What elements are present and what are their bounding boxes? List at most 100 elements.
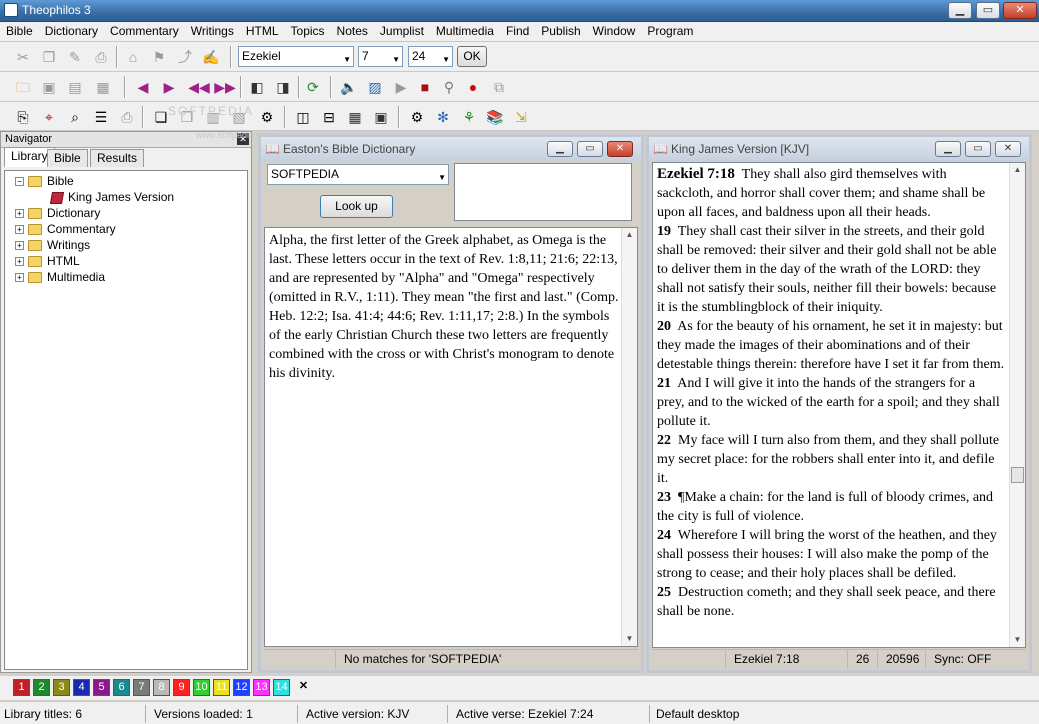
color-tab-11[interactable]: 11 <box>213 679 230 696</box>
scroll-down-icon[interactable]: ▼ <box>1010 633 1025 647</box>
scroll-up-icon[interactable]: ▲ <box>1010 163 1025 177</box>
microphone-icon[interactable]: ⚲ <box>438 76 460 98</box>
cascade-icon[interactable]: ▦ <box>344 106 366 128</box>
menu-window[interactable]: Window <box>587 22 642 40</box>
fast-forward-icon[interactable]: ▶▶ <box>214 76 236 98</box>
record-icon[interactable]: ● <box>462 76 484 98</box>
rewind-icon[interactable]: ◀◀ <box>188 76 210 98</box>
menu-multimedia[interactable]: Multimedia <box>430 22 500 40</box>
speaker-icon[interactable]: 🔈 <box>338 76 360 98</box>
dictionary-minimize-button[interactable]: ▁ <box>547 141 573 157</box>
save-icon[interactable]: ▣ <box>38 76 60 98</box>
copy-verse-icon[interactable]: ⎘ <box>12 106 34 128</box>
tab-results[interactable]: Results <box>90 149 145 167</box>
chapter-select[interactable]: 7 ▼ <box>358 46 403 67</box>
dictionary-scrollbar[interactable]: ▲ ▼ <box>621 228 637 646</box>
scroll-up-icon[interactable]: ▲ <box>622 228 637 242</box>
menu-program[interactable]: Program <box>641 22 699 40</box>
tree-icon[interactable]: ⚘ <box>458 106 480 128</box>
bible-scrollbar[interactable]: ▲ ▼ <box>1009 163 1025 647</box>
scroll-thumb[interactable] <box>1011 467 1024 483</box>
attachment-icon[interactable]: ⧉ <box>488 76 510 98</box>
menu-notes[interactable]: Notes <box>331 22 374 40</box>
color-tab-8[interactable]: 8 <box>153 679 170 696</box>
bookmark-icon[interactable]: ⚑ <box>148 46 170 68</box>
tab-bible[interactable]: Bible <box>47 149 88 167</box>
bible-text-pane[interactable]: Ezekiel 7:18 They shall also gird themse… <box>652 162 1026 648</box>
save-all-icon[interactable]: ▤ <box>64 76 86 98</box>
menu-html[interactable]: HTML <box>240 22 285 40</box>
find-replace-icon[interactable]: ⌖ <box>38 106 60 128</box>
book-select[interactable]: Ezekiel ▼ <box>238 46 354 67</box>
tree-item-multimedia[interactable]: + Multimedia <box>15 269 105 285</box>
expand-icon[interactable]: + <box>15 241 24 251</box>
menu-find[interactable]: Find <box>500 22 535 40</box>
tree-item-bible[interactable]: − Bible <box>15 173 74 189</box>
dictionary-search-select[interactable]: SOFTPEDIA ▼ <box>267 164 449 185</box>
expand-icon[interactable]: + <box>15 225 24 235</box>
copy-disabled-icon[interactable]: ❐ <box>38 46 60 68</box>
next-chapter-icon[interactable]: ◨ <box>272 76 294 98</box>
color-tab-3[interactable]: 3 <box>53 679 70 696</box>
previous-chapter-icon[interactable]: ◧ <box>246 76 268 98</box>
menu-topics[interactable]: Topics <box>285 22 331 40</box>
bible-close-button[interactable]: ✕ <box>995 141 1021 157</box>
lookup-button[interactable]: Look up <box>320 195 393 218</box>
menu-publish[interactable]: Publish <box>535 22 586 40</box>
collapse-icon[interactable]: − <box>15 177 24 187</box>
snowflake-icon[interactable]: ✻ <box>432 106 454 128</box>
maximize-button[interactable]: ▭ <box>976 2 1000 19</box>
verse-select[interactable]: 24 ▼ <box>408 46 453 67</box>
minimize-button[interactable]: ▁ <box>948 2 972 19</box>
tree-item-writings[interactable]: + Writings <box>15 237 90 253</box>
dictionary-maximize-button[interactable]: ▭ <box>577 141 603 157</box>
tools-icon[interactable]: ⚙ <box>256 106 278 128</box>
expand-icon[interactable]: + <box>15 209 24 219</box>
tile-vertical-icon[interactable]: ◫ <box>292 106 314 128</box>
options-icon[interactable]: ⚙ <box>406 106 428 128</box>
refresh-icon[interactable]: ⟳ <box>302 76 324 98</box>
edit-icon[interactable]: ✎ <box>64 46 86 68</box>
image-icon[interactable]: ▨ <box>364 76 386 98</box>
color-tab-5[interactable]: 5 <box>93 679 110 696</box>
print-icon[interactable]: ⎙ <box>90 46 112 68</box>
search-icon[interactable]: ⌕ <box>64 106 86 128</box>
bible-minimize-button[interactable]: ▁ <box>935 141 961 157</box>
close-color-tabs-icon[interactable]: ✕ <box>295 679 312 696</box>
menu-jumplist[interactable]: Jumplist <box>374 22 430 40</box>
menu-dictionary[interactable]: Dictionary <box>39 22 104 40</box>
menu-bible[interactable]: Bible <box>0 22 39 40</box>
export-icon[interactable]: ⎙ <box>116 106 138 128</box>
forward-icon[interactable]: ▶ <box>158 76 180 98</box>
home-icon[interactable]: ⌂ <box>122 46 144 68</box>
tree-item-dictionary[interactable]: + Dictionary <box>15 205 100 221</box>
color-tab-14[interactable]: 14 <box>273 679 290 696</box>
tile-horizontal-icon[interactable]: ⊟ <box>318 106 340 128</box>
color-tab-7[interactable]: 7 <box>133 679 150 696</box>
color-tab-4[interactable]: 4 <box>73 679 90 696</box>
open-folder-icon[interactable]: 🗀 <box>12 76 34 98</box>
bible-maximize-button[interactable]: ▭ <box>965 141 991 157</box>
menu-writings[interactable]: Writings <box>185 22 240 40</box>
books-icon[interactable]: 📚 <box>484 106 506 128</box>
color-tab-2[interactable]: 2 <box>33 679 50 696</box>
play-icon[interactable]: ▶ <box>390 76 412 98</box>
dictionary-text-pane[interactable]: Alpha, the first letter of the Greek alp… <box>264 227 638 647</box>
close-button[interactable]: ✕ <box>1003 2 1037 19</box>
expand-icon[interactable]: + <box>15 273 24 283</box>
link-icon[interactable]: ⤴ <box>174 46 196 68</box>
tree-item-kjv[interactable]: King James Version <box>49 189 174 205</box>
tree-item-commentary[interactable]: + Commentary <box>15 221 116 237</box>
color-tab-1[interactable]: 1 <box>13 679 30 696</box>
color-tab-12[interactable]: 12 <box>233 679 250 696</box>
sync-status[interactable]: Sync: OFF <box>928 650 1026 668</box>
color-tab-9[interactable]: 9 <box>173 679 190 696</box>
list-icon[interactable]: ☰ <box>90 106 112 128</box>
expand-icon[interactable]: + <box>15 257 24 267</box>
back-icon[interactable]: ◀ <box>132 76 154 98</box>
stop-icon[interactable]: ■ <box>414 76 436 98</box>
go-button[interactable]: OK <box>457 46 487 67</box>
exit-icon[interactable]: ⇲ <box>510 106 532 128</box>
note-icon[interactable]: ✍ <box>200 46 222 68</box>
dictionary-entry-list[interactable] <box>454 163 632 221</box>
